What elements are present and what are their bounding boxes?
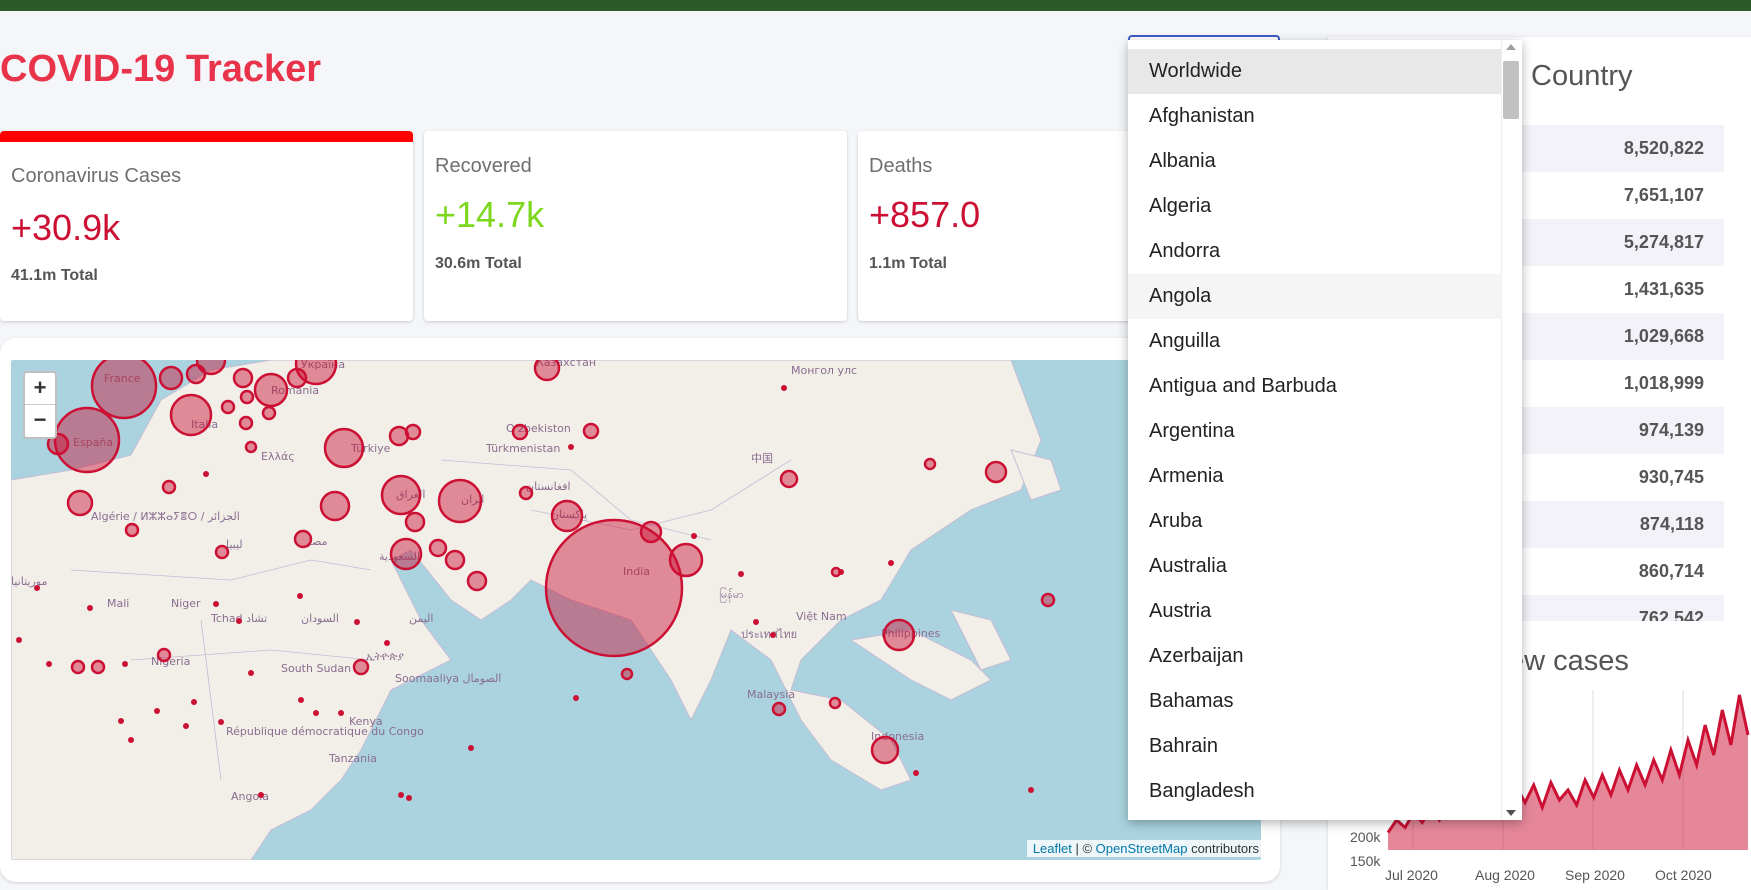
svg-text:Mali: Mali — [107, 597, 129, 610]
svg-text:Việt Nam: Việt Nam — [796, 610, 847, 623]
recovered-label: Recovered — [435, 155, 532, 177]
svg-text:ประเทศไทย: ประเทศไทย — [741, 628, 797, 641]
dropdown-option[interactable]: Anguilla — [1128, 319, 1501, 364]
dropdown-option[interactable]: Angola — [1128, 274, 1501, 319]
zoom-control: + − — [23, 371, 57, 439]
svg-text:Soomaaliya الصومال: Soomaaliya الصومال — [395, 672, 501, 685]
map-attribution: Leaflet | © OpenStreetMap contributors — [1026, 840, 1265, 857]
osm-link[interactable]: OpenStreetMap — [1096, 841, 1188, 856]
svg-text:Tanzania: Tanzania — [328, 752, 377, 765]
x-tick-label: Oct 2020 — [1655, 867, 1712, 883]
zoom-out-button[interactable]: − — [25, 405, 55, 437]
chart-title: ew cases — [1508, 645, 1629, 677]
dropdown-option[interactable]: Worldwide — [1128, 49, 1501, 94]
dropdown-option[interactable]: Albania — [1128, 139, 1501, 184]
dropdown-option[interactable]: Aruba — [1128, 499, 1501, 544]
svg-text:République démocratique du Con: République démocratique du Congo — [226, 725, 424, 738]
dropdown-option[interactable]: Azerbaijan — [1128, 634, 1501, 679]
dropdown-option[interactable]: Andorra — [1128, 229, 1501, 274]
svg-text:Niger: Niger — [171, 597, 201, 610]
dropdown-option[interactable]: Antigua and Barbuda — [1128, 364, 1501, 409]
attribution-suffix: contributors — [1187, 841, 1259, 856]
svg-text:South Sudan: South Sudan — [281, 662, 351, 675]
top-bar — [0, 0, 1751, 11]
leaflet-link[interactable]: Leaflet — [1033, 841, 1072, 856]
x-tick-label: Sep 2020 — [1565, 867, 1625, 883]
dropdown-scrollbar[interactable] — [1501, 40, 1522, 820]
recovered-total: 30.6m Total — [435, 255, 522, 272]
page-title: COVID-19 Tracker — [0, 48, 322, 90]
x-tick-label: Aug 2020 — [1475, 867, 1535, 883]
cases-label: Coronavirus Cases — [11, 165, 182, 187]
deaths-card[interactable]: Deaths +857.0 1.1m Total — [858, 131, 1158, 321]
dropdown-option[interactable]: Bahrain — [1128, 724, 1501, 769]
map-layer: France España Italia România Україна Каз… — [11, 360, 1062, 860]
cases-card[interactable]: Coronavirus Cases +30.9k 41.1m Total — [0, 131, 413, 321]
deaths-label: Deaths — [869, 155, 933, 177]
dropdown-option[interactable]: Argentina — [1128, 409, 1501, 454]
svg-text:ኢትዮጵያ: ኢትዮጵያ — [366, 650, 404, 663]
dropdown-option[interactable]: Armenia — [1128, 454, 1501, 499]
svg-text:မြန်မာ: မြန်မာ — [719, 587, 744, 603]
cases-total: 41.1m Total — [11, 267, 98, 284]
cases-value: +30.9k — [11, 207, 121, 248]
svg-text:Algérie / ⵍⵣⵣⴰⵢⴻⵔ / الجزائر: Algérie / ⵍⵣⵣⴰⵢⴻⵔ / الجزائر — [91, 510, 240, 523]
dropdown-option[interactable]: Australia — [1128, 544, 1501, 589]
dropdown-option[interactable]: Bahamas — [1128, 679, 1501, 724]
svg-text:Malaysia: Malaysia — [747, 688, 795, 701]
svg-text:Türkmenistan: Türkmenistan — [485, 442, 560, 455]
country-dropdown[interactable]: Worldwide Afghanistan Albania Algeria Andorr… — [1128, 40, 1522, 820]
country-options: Worldwide Afghanistan Albania Algeria Andorr… — [1128, 49, 1501, 814]
recovered-card[interactable]: Recovered +14.7k 30.6m Total — [424, 131, 847, 321]
deaths-total: 1.1m Total — [869, 255, 947, 272]
table-title: Country — [1531, 60, 1633, 92]
scrollbar-thumb[interactable] — [1503, 61, 1519, 119]
svg-text:السودان: السودان — [301, 612, 339, 625]
svg-text:中国: 中国 — [751, 452, 773, 465]
svg-text:Монгол улс: Монгол улс — [791, 364, 857, 377]
svg-text:موريتانيا: موريتانيا — [11, 575, 47, 588]
svg-text:اليمن: اليمن — [409, 612, 433, 625]
attribution-separator: | © — [1071, 841, 1096, 856]
y-tick-label: 150k — [1350, 853, 1381, 869]
deaths-value: +857.0 — [869, 194, 981, 235]
x-tick-label: Jul 2020 — [1385, 867, 1438, 883]
dropdown-option[interactable]: Afghanistan — [1128, 94, 1501, 139]
scroll-up-icon[interactable] — [1506, 44, 1516, 50]
scroll-down-icon[interactable] — [1506, 810, 1516, 816]
dropdown-option[interactable]: Algeria — [1128, 184, 1501, 229]
world-map[interactable]: France España Italia România Україна Каз… — [11, 360, 1261, 860]
recovered-value: +14.7k — [435, 194, 545, 235]
dropdown-option[interactable]: Bangladesh — [1128, 769, 1501, 814]
zoom-in-button[interactable]: + — [25, 373, 55, 405]
svg-text:Ελλάς: Ελλάς — [261, 450, 295, 463]
selected-indicator — [0, 131, 413, 142]
dropdown-option[interactable]: Austria — [1128, 589, 1501, 634]
y-tick-label: 200k — [1350, 829, 1381, 845]
